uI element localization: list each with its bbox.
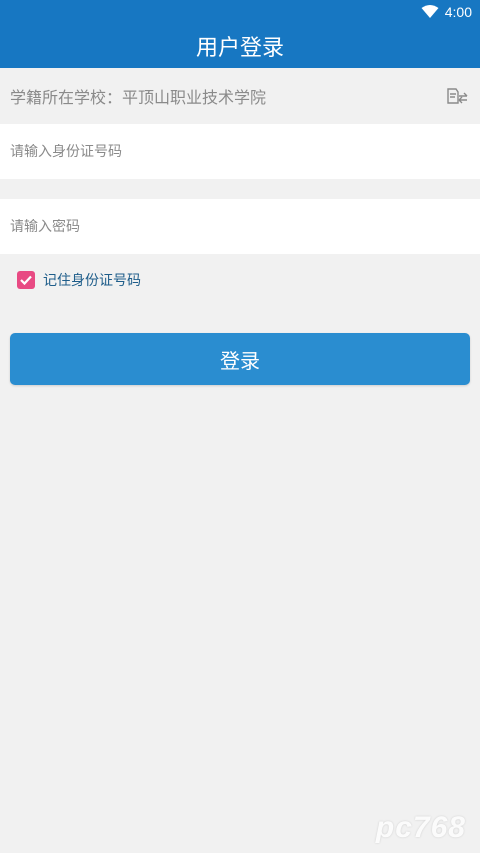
switch-school-icon[interactable] <box>444 83 470 109</box>
wifi-icon <box>421 5 439 18</box>
remember-row[interactable]: 记住身份证号码 <box>0 254 480 306</box>
password-row <box>0 199 480 254</box>
school-name: 平顶山职业技术学院 <box>122 88 267 107</box>
id-number-row <box>0 124 480 179</box>
app-bar: 用户登录 <box>0 24 480 68</box>
watermark-logo: pc768 <box>375 811 466 844</box>
login-button[interactable]: 登录 <box>10 333 470 385</box>
school-info: 学籍所在学校： 平顶山职业技术学院 <box>10 84 266 108</box>
school-label: 学籍所在学校： <box>10 88 123 107</box>
password-input[interactable] <box>10 218 470 235</box>
status-bar: 4:00 <box>0 0 480 24</box>
remember-label: 记住身份证号码 <box>43 273 141 289</box>
remember-checkbox[interactable] <box>17 271 35 289</box>
id-number-input[interactable] <box>10 143 470 160</box>
checkmark-icon <box>20 275 32 286</box>
school-row: 学籍所在学校： 平顶山职业技术学院 <box>0 68 480 124</box>
status-time: 4:00 <box>444 4 472 20</box>
page-title: 用户登录 <box>195 36 284 61</box>
